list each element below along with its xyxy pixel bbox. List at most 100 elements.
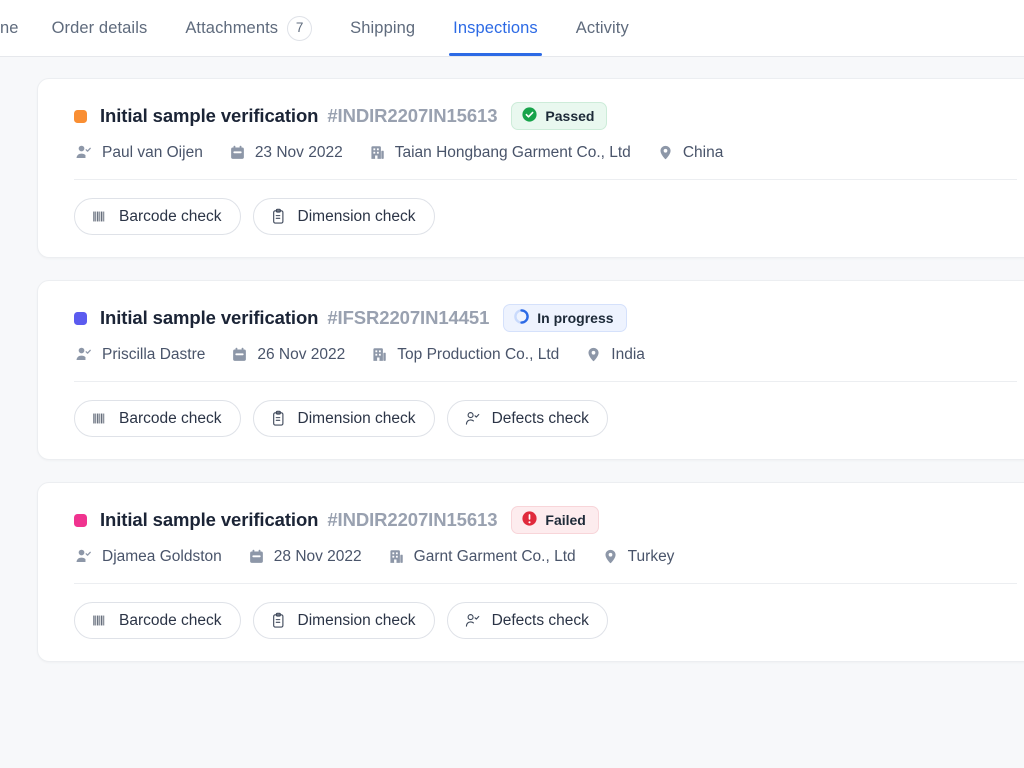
inspection-color-marker — [74, 110, 87, 123]
tab-inspections[interactable]: Inspections — [434, 0, 557, 56]
inspector-meta: Djamea Goldston — [74, 547, 222, 566]
meta-value: Top Production Co., Ltd — [397, 346, 559, 364]
check-chip-label: Dimension check — [298, 410, 416, 428]
check-chip[interactable]: Barcode check — [74, 198, 241, 235]
barcode-icon — [91, 612, 108, 629]
check-chip-list: Barcode check Dimension check Defects chec… — [38, 584, 1024, 661]
check-chip-label: Barcode check — [119, 410, 222, 428]
clipboard-icon — [270, 410, 287, 427]
inspection-reference: #INDIR2207IN15613 — [327, 105, 497, 127]
barcode-icon — [91, 208, 108, 225]
check-chip[interactable]: Defects check — [447, 602, 608, 639]
inspector-meta: Priscilla Dastre — [74, 345, 205, 364]
status-label: In progress — [537, 310, 613, 326]
meta-value: 26 Nov 2022 — [257, 346, 345, 364]
check-chip[interactable]: Defects check — [447, 400, 608, 437]
status-badge: Failed — [511, 506, 598, 534]
inspection-card-header: Initial sample verification #INDIR2207IN1… — [38, 102, 1024, 130]
status-badge: In progress — [503, 304, 626, 332]
location-pin-meta: China — [657, 144, 724, 162]
location-pin-icon — [585, 346, 602, 363]
check-chip-label: Dimension check — [298, 612, 416, 630]
inspection-meta-row: Priscilla Dastre 26 Nov 2022 Top Productio… — [38, 332, 1024, 364]
tab-attachments[interactable]: Attachments 7 — [166, 0, 331, 56]
user-check-icon — [464, 410, 481, 427]
tab-order-details[interactable]: Order details — [33, 0, 167, 56]
status-label: Passed — [545, 108, 594, 124]
tab-shipping[interactable]: Shipping — [331, 0, 434, 56]
spinner-icon — [513, 308, 530, 328]
inspection-color-marker — [74, 312, 87, 325]
inspection-color-marker — [74, 514, 87, 527]
tab-timeline-partial[interactable]: ne — [0, 0, 33, 56]
calendar-icon — [229, 144, 246, 161]
inspection-reference: #IFSR2207IN14451 — [327, 307, 489, 329]
check-chip-label: Barcode check — [119, 612, 222, 630]
inspection-card[interactable]: Initial sample verification #IFSR2207IN14… — [37, 280, 1024, 460]
meta-value: China — [683, 144, 724, 162]
check-chip-label: Defects check — [492, 612, 589, 630]
tab-bar: ne Order details Attachments 7 Shipping Inspe… — [0, 0, 1024, 57]
location-pin-meta: Turkey — [602, 548, 675, 566]
inspection-title: Initial sample verification — [100, 307, 318, 329]
building-meta: Taian Hongbang Garment Co., Ltd — [369, 144, 631, 162]
check-chip-label: Barcode check — [119, 208, 222, 226]
inspection-card[interactable]: Initial sample verification #INDIR2207IN1… — [37, 78, 1024, 258]
inspection-card-header: Initial sample verification #IFSR2207IN14… — [38, 304, 1024, 332]
check-chip-list: Barcode check Dimension check Defects chec… — [38, 382, 1024, 459]
tab-label: Shipping — [350, 19, 415, 38]
building-meta: Garnt Garment Co., Ltd — [388, 548, 576, 566]
check-chip-label: Defects check — [492, 410, 589, 428]
inspector-meta: Paul van Oijen — [74, 143, 203, 162]
meta-value: India — [611, 346, 645, 364]
calendar-meta: 26 Nov 2022 — [231, 346, 345, 364]
tab-count-badge: 7 — [287, 16, 312, 41]
tab-list: ne Order details Attachments 7 Shipping Inspe… — [0, 0, 648, 56]
user-check-icon — [464, 612, 481, 629]
active-tab-indicator — [449, 53, 542, 56]
building-icon — [371, 346, 388, 363]
tab-label: Inspections — [453, 19, 538, 38]
tab-label: Activity — [576, 19, 629, 38]
inspection-card-header: Initial sample verification#INDIR2207IN1… — [38, 506, 1024, 534]
check-chip[interactable]: Dimension check — [253, 198, 435, 235]
check-chip[interactable]: Dimension check — [253, 400, 435, 437]
clipboard-icon — [270, 612, 287, 629]
inspection-meta-row: Paul van Oijen 23 Nov 2022 Taian Hongbang … — [38, 130, 1024, 162]
meta-value: 23 Nov 2022 — [255, 144, 343, 162]
inspection-card[interactable]: Initial sample verification#INDIR2207IN1… — [37, 482, 1024, 662]
calendar-icon — [248, 548, 265, 565]
meta-value: Turkey — [628, 548, 675, 566]
location-pin-icon — [657, 144, 674, 161]
inspector-icon — [74, 547, 93, 566]
check-chip[interactable]: Barcode check — [74, 400, 241, 437]
meta-value: Djamea Goldston — [102, 548, 222, 566]
building-icon — [388, 548, 405, 565]
tab-label: ne — [0, 19, 19, 38]
inspector-icon — [74, 143, 93, 162]
meta-value: 28 Nov 2022 — [274, 548, 362, 566]
meta-value: Garnt Garment Co., Ltd — [414, 548, 576, 566]
tab-label: Order details — [52, 19, 148, 38]
check-chip[interactable]: Dimension check — [253, 602, 435, 639]
check-chip-list: Barcode check Dimension check — [38, 180, 1024, 257]
location-pin-meta: India — [585, 346, 645, 364]
clipboard-icon — [270, 208, 287, 225]
calendar-icon — [231, 346, 248, 363]
location-pin-icon — [602, 548, 619, 565]
barcode-icon — [91, 410, 108, 427]
exclamation-circle-icon — [521, 510, 538, 530]
status-badge: Passed — [511, 102, 607, 130]
meta-value: Priscilla Dastre — [102, 346, 205, 364]
building-meta: Top Production Co., Ltd — [371, 346, 559, 364]
building-icon — [369, 144, 386, 161]
status-label: Failed — [545, 512, 585, 528]
meta-value: Taian Hongbang Garment Co., Ltd — [395, 144, 631, 162]
meta-value: Paul van Oijen — [102, 144, 203, 162]
check-circle-icon — [521, 106, 538, 126]
inspection-title: Initial sample verification — [100, 105, 318, 127]
check-chip[interactable]: Barcode check — [74, 602, 241, 639]
tab-activity[interactable]: Activity — [557, 0, 648, 56]
tab-label: Attachments — [185, 19, 278, 38]
inspection-meta-row: Djamea Goldston 28 Nov 2022 Garnt Garment … — [38, 534, 1024, 566]
